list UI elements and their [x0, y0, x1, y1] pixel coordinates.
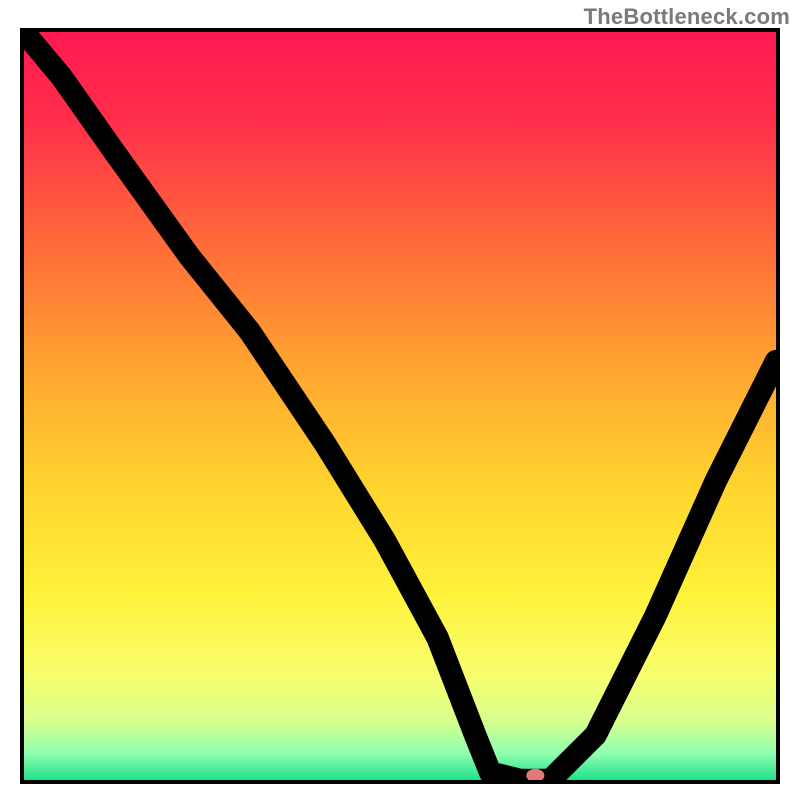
chart-frame	[20, 28, 780, 784]
watermark-text: TheBottleneck.com	[584, 4, 790, 30]
chart-container: TheBottleneck.com	[0, 0, 800, 800]
chart-svg	[24, 32, 776, 780]
chart-background	[24, 32, 776, 780]
